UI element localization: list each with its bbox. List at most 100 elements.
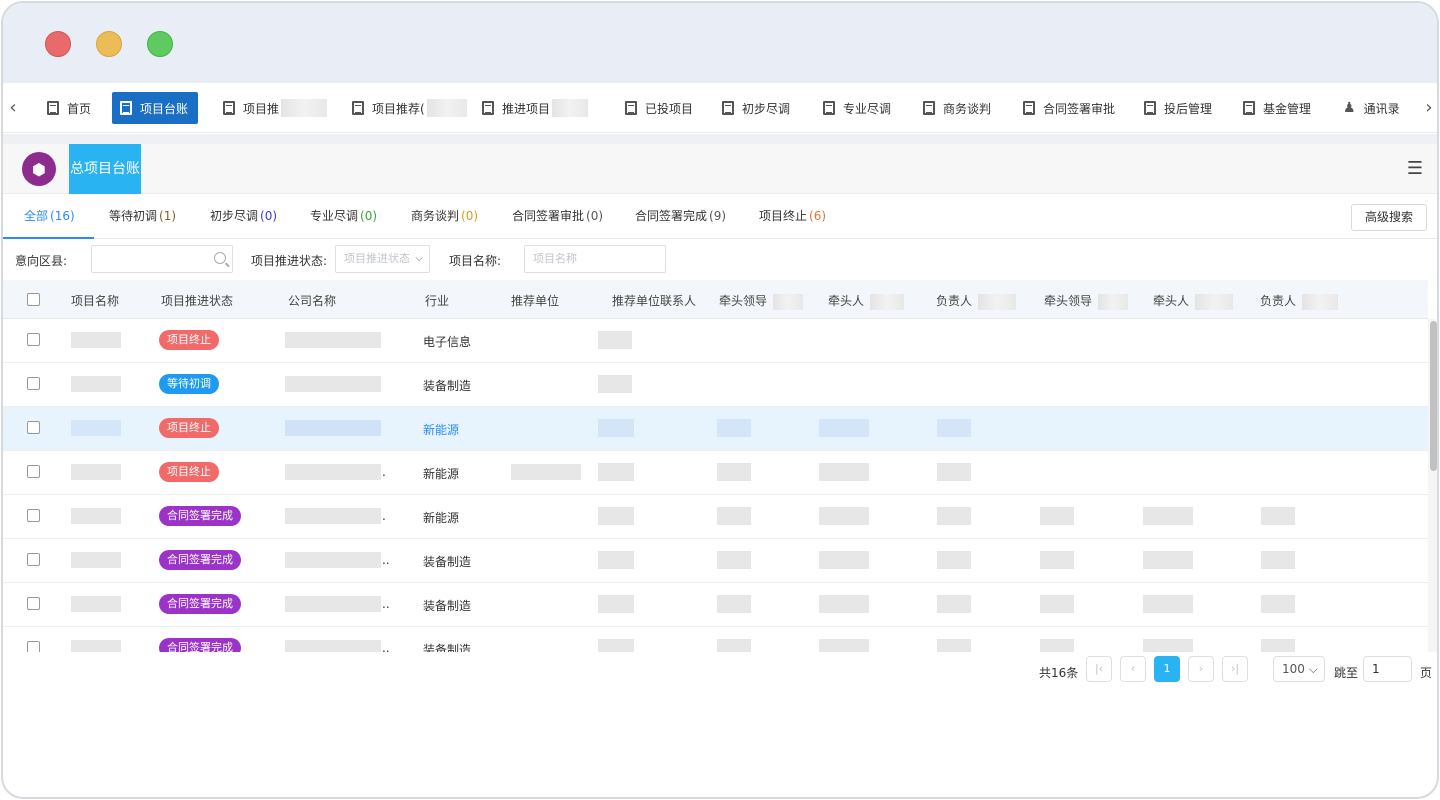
redacted-project-name: [71, 508, 121, 524]
status-tab-label: 合同签署审批: [512, 209, 585, 223]
maximize-window-button[interactable]: [147, 31, 173, 57]
minimize-window-button[interactable]: [96, 31, 122, 57]
table-row[interactable]: 合同签署完成.. 装备制造: [3, 583, 1428, 627]
row-checkbox[interactable]: [27, 333, 40, 346]
table-row[interactable]: 合同签署完成.. 装备制造: [3, 627, 1428, 652]
nav-tab[interactable]: 项目台账: [112, 92, 199, 124]
column-header[interactable]: 行业: [425, 292, 449, 309]
column-header[interactable]: 负责人: [1260, 292, 1339, 310]
nav-tab[interactable]: 商务谈判: [915, 92, 1001, 124]
column-header[interactable]: 负责人: [936, 292, 1017, 310]
redacted-cell: [598, 331, 632, 349]
status-tab[interactable]: 初步尽调 (0): [210, 195, 277, 239]
select-all-checkbox[interactable]: [27, 293, 40, 306]
status-tab-count: (0): [461, 209, 479, 223]
table-row[interactable]: 合同签署完成. 新能源: [3, 495, 1428, 539]
redacted-text: [978, 293, 1017, 310]
status-tab-label: 商务谈判: [411, 209, 460, 223]
nav-tab[interactable]: 基金管理: [1235, 92, 1321, 124]
page-title: 总项目台账: [69, 144, 141, 194]
company-name-suffix: ..: [382, 641, 390, 652]
status-tab[interactable]: 等待初调 (1): [109, 195, 176, 239]
row-checkbox[interactable]: [27, 509, 40, 522]
nav-tab[interactable]: ♟ 通讯录: [1335, 92, 1410, 124]
column-header[interactable]: 公司名称: [288, 292, 336, 309]
column-header[interactable]: 项目名称: [71, 292, 119, 309]
status-tab[interactable]: 合同签署审批 (0): [512, 195, 603, 239]
nav-tab[interactable]: 合同签署审批: [1015, 92, 1125, 124]
page-button-current[interactable]: 1: [1154, 656, 1180, 682]
company-name-suffix: .: [382, 465, 386, 479]
status-tab[interactable]: 专业尽调 (0): [310, 195, 377, 239]
last-page-button[interactable]: ›|: [1222, 656, 1248, 682]
redacted-company-name: [285, 508, 381, 524]
column-header[interactable]: 牵头领导: [1044, 292, 1129, 310]
next-page-button[interactable]: ›: [1188, 656, 1214, 682]
row-checkbox[interactable]: [27, 421, 40, 434]
redacted-cell: [1261, 551, 1295, 569]
redacted-company-name: [285, 552, 381, 568]
column-header-label: 牵头人: [1153, 294, 1190, 308]
status-tab[interactable]: 项目终止 (6): [759, 195, 826, 239]
status-tab[interactable]: 商务谈判 (0): [411, 195, 478, 239]
status-select[interactable]: 项目推进状态 ⌵: [335, 245, 430, 273]
column-header[interactable]: 牵头人: [828, 292, 905, 310]
nav-tab[interactable]: 已投项目: [617, 92, 703, 124]
chevron-left-icon[interactable]: ‹: [5, 97, 21, 118]
column-header-label: 牵头人: [828, 294, 865, 308]
page-size-select[interactable]: 100 ⌵: [1273, 656, 1325, 682]
nav-tab[interactable]: 首页: [39, 92, 101, 124]
region-input[interactable]: [91, 245, 233, 273]
row-checkbox[interactable]: [27, 597, 40, 610]
list-menu-icon[interactable]: ☰: [1407, 158, 1423, 179]
row-checkbox[interactable]: [27, 377, 40, 390]
first-page-button[interactable]: |‹: [1086, 656, 1112, 682]
table-row[interactable]: 合同签署完成.. 装备制造: [3, 539, 1428, 583]
table-row[interactable]: 项目终止. 新能源: [3, 451, 1428, 495]
row-checkbox[interactable]: [27, 553, 40, 566]
scrollbar-thumb[interactable]: [1430, 321, 1437, 471]
row-checkbox[interactable]: [27, 465, 40, 478]
redacted-cell: [598, 463, 634, 481]
table-row[interactable]: 项目终止 电子信息: [3, 319, 1428, 363]
status-tab[interactable]: 合同签署完成 (9): [635, 195, 726, 239]
table-row[interactable]: 等待初调 装备制造: [3, 363, 1428, 407]
jump-page-input[interactable]: 1: [1363, 656, 1412, 682]
status-tab[interactable]: 全部 (16): [3, 195, 94, 239]
column-header[interactable]: 推荐单位: [511, 292, 559, 309]
redacted-project-name: [71, 640, 121, 652]
nav-tab[interactable]: 项目推荐(: [344, 92, 477, 124]
page-suffix: 页: [1420, 666, 1433, 680]
close-window-button[interactable]: [45, 31, 71, 57]
chevron-right-icon[interactable]: ›: [1421, 97, 1437, 118]
redacted-cell: [937, 551, 971, 569]
nav-tab[interactable]: 项目推: [215, 92, 337, 124]
column-header-label: 推荐单位: [511, 294, 560, 308]
status-filter-label: 项目推进状态:: [251, 254, 328, 268]
status-tab-label: 等待初调: [109, 209, 158, 223]
prev-page-button[interactable]: ‹: [1120, 656, 1146, 682]
nav-tab-label: 初步尽调: [742, 101, 791, 116]
row-checkbox[interactable]: [27, 641, 40, 652]
column-header[interactable]: 牵头人: [1153, 292, 1234, 310]
project-name-input[interactable]: 项目名称: [524, 245, 666, 273]
redacted-cell: [598, 595, 634, 613]
industry-cell: 新能源: [423, 423, 460, 437]
redacted-company-name: [285, 596, 381, 612]
page-header: ⬢ 总项目台账 ☰: [3, 144, 1437, 194]
nav-tab[interactable]: 专业尽调: [815, 92, 901, 124]
table-row[interactable]: 项目终止 新能源: [3, 407, 1428, 451]
nav-tab[interactable]: 初步尽调: [714, 92, 800, 124]
redacted-cell: [819, 463, 869, 481]
advanced-search-button[interactable]: 高级搜索: [1351, 204, 1427, 231]
nav-tab-label: 专业尽调: [843, 101, 892, 116]
nav-tab[interactable]: 投后管理: [1136, 92, 1222, 124]
column-header[interactable]: 推荐单位联系人: [612, 292, 696, 309]
nav-tab[interactable]: 推进项目: [474, 92, 598, 124]
pagination: 共16条 |‹ ‹ 1 › ›| 100 ⌵ 跳至 1 页: [3, 656, 1437, 686]
column-header[interactable]: 牵头领导: [719, 292, 804, 310]
column-header[interactable]: 项目推进状态: [161, 292, 233, 309]
redacted-company-name: [285, 332, 381, 348]
status-tab-label: 专业尽调: [310, 209, 359, 223]
nav-tab-label: 合同签署审批: [1043, 101, 1116, 116]
